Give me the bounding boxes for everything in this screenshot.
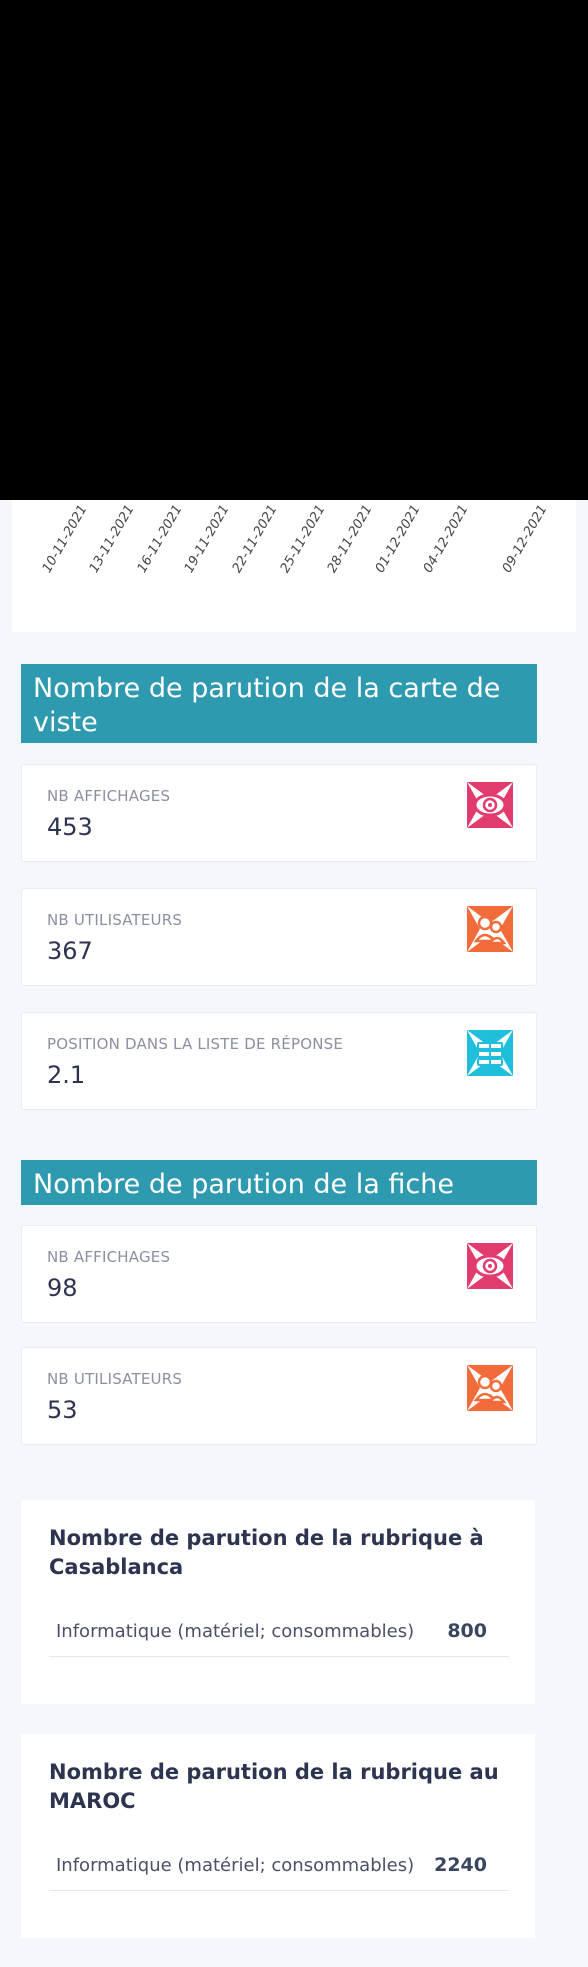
stat-value: 53 <box>47 1396 78 1424</box>
x-tick-label: 13-11-2021 <box>87 503 138 576</box>
stat-label: NB UTILISATEURS <box>47 911 183 929</box>
stat-card-utilisateurs: NB UTILISATEURS 53 <box>21 1347 537 1445</box>
users-icon <box>467 1365 513 1411</box>
stat-label: NB UTILISATEURS <box>47 1370 183 1388</box>
rubrique-maroc-title: Nombre de parution de la rubrique au MAR… <box>49 1760 499 1813</box>
section-title-carte: Nombre de parution de la carte de viste <box>21 664 537 743</box>
list-icon <box>467 1030 513 1076</box>
eye-icon <box>467 782 513 828</box>
rubrique-maroc-card: Nombre de parution de la rubrique au MAR… <box>21 1734 535 1938</box>
section-title-fiche: Nombre de parution de la fiche <box>21 1160 537 1205</box>
stat-value: 2.1 <box>47 1061 86 1089</box>
x-tick-label: 22-11-2021 <box>230 503 281 576</box>
chart-x-axis: 10-11-202113-11-202116-11-202119-11-2021… <box>40 503 551 576</box>
eye-icon <box>467 1243 513 1289</box>
x-tick-label: 28-11-2021 <box>325 503 376 576</box>
x-tick-label: 19-11-2021 <box>182 503 233 576</box>
x-tick-label: 10-11-2021 <box>40 503 91 576</box>
stat-label: POSITION DANS LA LISTE DE RÉPONSE <box>47 1035 344 1053</box>
rubrique-casablanca-card: Nombre de parution de la rubrique à Casa… <box>21 1500 535 1704</box>
table-row: Informatique (matériel; consommables) 22… <box>49 1841 509 1891</box>
x-tick-label: 04-12-2021 <box>421 503 472 576</box>
stat-value: 98 <box>47 1274 78 1302</box>
x-tick-label: 16-11-2021 <box>135 503 186 576</box>
stat-card-utilisateurs: NB UTILISATEURS 367 <box>21 888 537 986</box>
x-tick-label: 01-12-2021 <box>373 503 424 576</box>
rubrique-name: Informatique (matériel; consommables) <box>56 1621 415 1642</box>
stat-value: 453 <box>47 813 93 841</box>
stat-card-position: POSITION DANS LA LISTE DE RÉPONSE 2.1 <box>21 1012 537 1110</box>
stat-label: NB AFFICHAGES <box>47 787 171 805</box>
stat-value: 367 <box>47 937 93 965</box>
stat-card-affichages: NB AFFICHAGES 453 <box>21 764 537 862</box>
stat-card-affichages: NB AFFICHAGES 98 <box>21 1225 537 1323</box>
rubrique-casablanca-title: Nombre de parution de la rubrique à Casa… <box>49 1526 484 1579</box>
rubrique-count: 2240 <box>434 1854 487 1876</box>
rubrique-count: 800 <box>447 1620 487 1642</box>
users-icon <box>467 906 513 952</box>
stat-label: NB AFFICHAGES <box>47 1248 171 1266</box>
x-tick-label: 25-11-2021 <box>278 503 329 576</box>
table-row: Informatique (matériel; consommables) 80… <box>49 1607 509 1657</box>
chart-card: 10-11-2021 13-11-2021 16-11-2021 19-11-2021… <box>12 500 576 632</box>
chart-plot-area-obscured <box>0 0 588 500</box>
x-tick-label: 09-12-2021 <box>500 503 551 576</box>
rubrique-name: Informatique (matériel; consommables) <box>56 1855 415 1876</box>
